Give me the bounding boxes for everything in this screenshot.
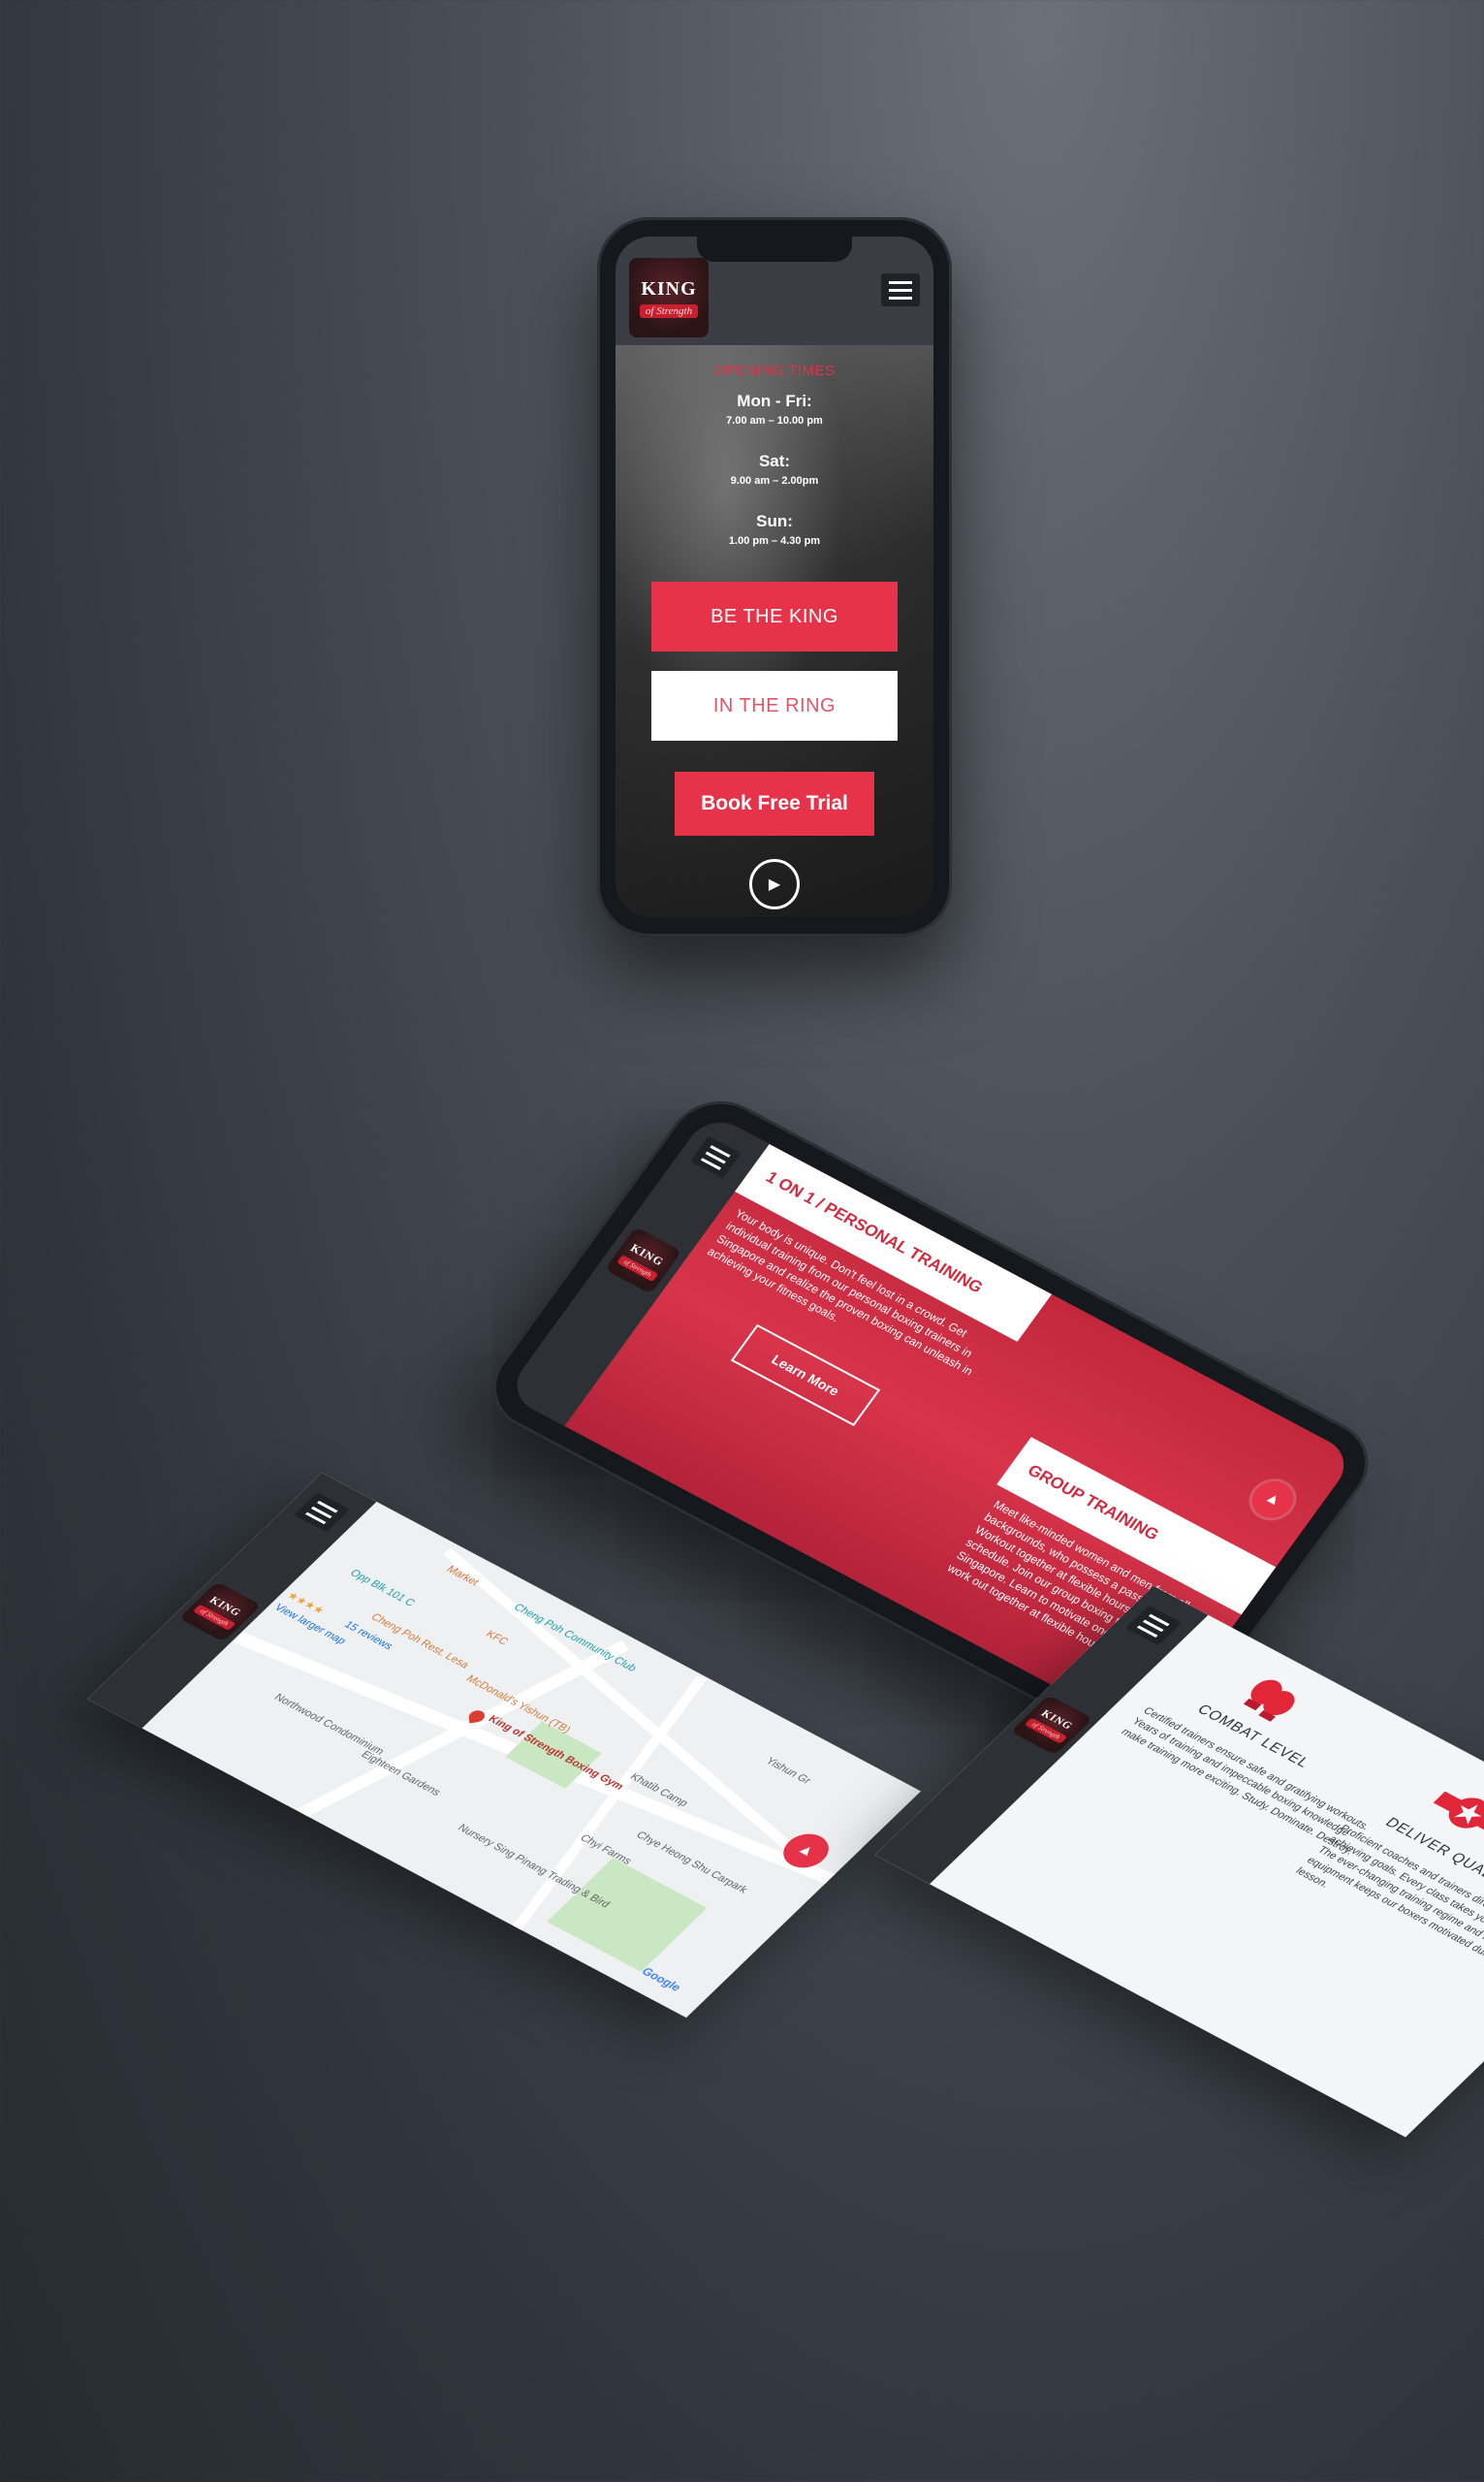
boxing-gloves-icon [1243, 1679, 1295, 1722]
hours-time-weekday: 7.00 am – 10.00 pm [726, 415, 823, 427]
hours-time-sat: 9.00 am – 2.00pm [730, 475, 819, 487]
phone-upright-screen: KING of Strength OPENING TIMES Mon - Fri… [616, 237, 933, 917]
hours-day-sun: Sun: [756, 512, 793, 530]
scroll-top-icon[interactable]: ▲ [1244, 1475, 1302, 1525]
google-logo: Google [638, 1964, 684, 1994]
phone-notch [697, 237, 852, 262]
menu-icon[interactable] [690, 1135, 742, 1179]
hours-time-sun: 1.00 pm – 4.30 pm [728, 535, 821, 547]
features-screen: KING of Strength COMBAT LEVEL Certified … [874, 1585, 1484, 2138]
brand-logo[interactable]: KING of Strength [629, 258, 709, 337]
sidebar: KING of Strength [86, 1472, 377, 1729]
hours-day-weekday: Mon - Fri: [737, 392, 812, 410]
play-video-icon[interactable]: ▶ [749, 859, 800, 909]
hero-section: OPENING TIMES Mon - Fri: 7.00 am – 10.00… [616, 345, 933, 917]
map-label: Northwood Condominium [271, 1692, 387, 1758]
be-the-king-button[interactable]: BE THE KING [651, 582, 898, 652]
menu-icon[interactable] [881, 273, 920, 306]
logo-text-king: KING [641, 277, 697, 300]
in-the-ring-button[interactable]: IN THE RING [651, 671, 898, 741]
map-label: Chyi Farms [577, 1832, 635, 1867]
map-label: Yishun Gr [763, 1755, 814, 1787]
book-free-trial-button[interactable]: Book Free Trial [675, 772, 874, 836]
phone-upright: KING of Strength OPENING TIMES Mon - Fri… [597, 217, 952, 937]
logo-text-strength: of Strength [639, 303, 699, 318]
map-label: Opp Blk 101 C [347, 1567, 418, 1609]
menu-icon[interactable] [1125, 1605, 1183, 1646]
brand-logo[interactable]: KING of Strength [604, 1226, 682, 1294]
map-label: KFC [483, 1629, 511, 1648]
hours-day-sat: Sat: [758, 452, 791, 470]
menu-icon[interactable] [294, 1492, 351, 1533]
brand-logo[interactable]: KING of Strength [178, 1581, 262, 1642]
brand-logo[interactable]: KING of Strength [1010, 1695, 1093, 1756]
learn-more-button[interactable]: Learn More [730, 1323, 881, 1426]
opening-times-label: OPENING TIMES [713, 363, 836, 379]
